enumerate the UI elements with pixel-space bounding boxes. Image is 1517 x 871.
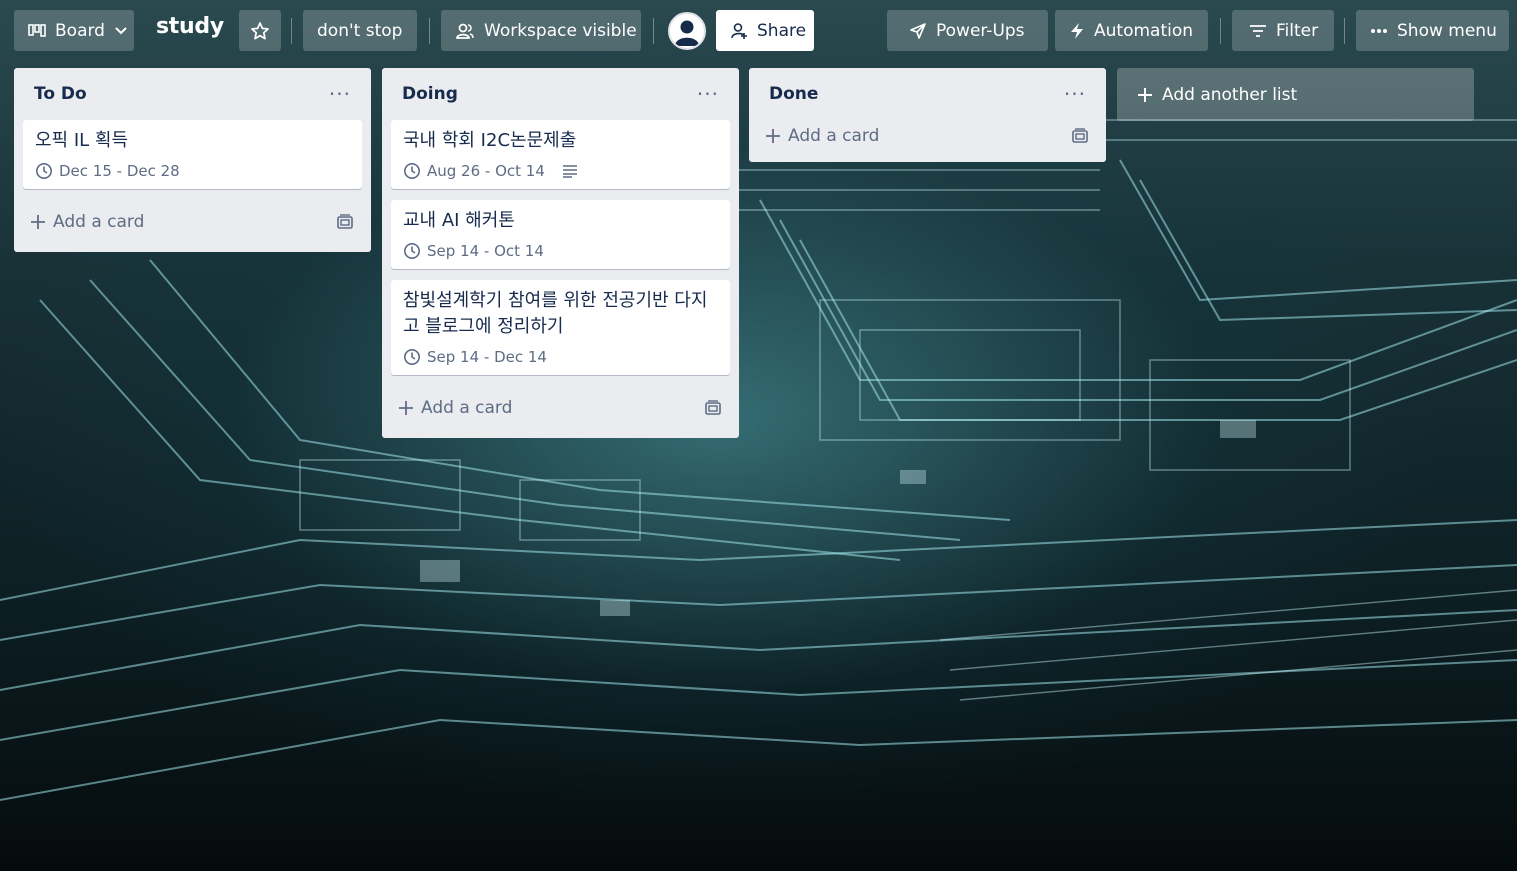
add-card-button[interactable]: Add a card: [758, 114, 1097, 158]
more-icon: [1371, 28, 1387, 33]
filter-label: Filter: [1276, 20, 1319, 41]
due-date-badge[interactable]: Aug 26 - Oct 14: [403, 162, 545, 180]
view-switcher-button[interactable]: Board: [14, 10, 134, 51]
card[interactable]: 교내 AI 해커톤 Sep 14 - Oct 14: [391, 200, 730, 269]
header-divider: [291, 18, 292, 44]
plus-icon: [399, 401, 413, 415]
add-list-button[interactable]: Add another list: [1117, 68, 1474, 121]
add-card-label: Add a card: [53, 212, 145, 232]
automation-button[interactable]: Automation: [1055, 10, 1208, 51]
automation-label: Automation: [1094, 20, 1194, 41]
member-avatar[interactable]: [668, 12, 706, 50]
list-header: Doing ···: [391, 68, 730, 120]
card[interactable]: 오픽 IL 획득 Dec 15 - Dec 28: [23, 120, 362, 189]
workspace-button[interactable]: don't stop: [303, 10, 417, 51]
board-icon: [28, 23, 46, 37]
description-icon: [562, 165, 577, 178]
star-button[interactable]: [239, 10, 281, 51]
due-date-badge[interactable]: Dec 15 - Dec 28: [35, 162, 180, 180]
list-doing: Doing ··· 국내 학회 I2C논문제출 Aug 26 - Oct 14 …: [382, 68, 739, 438]
add-card-button[interactable]: Add a card: [23, 200, 362, 244]
list-title[interactable]: Done: [769, 84, 818, 104]
user-avatar-icon: [675, 20, 699, 46]
rocket-icon: [910, 22, 926, 39]
card-title: 오픽 IL 획득: [35, 130, 129, 151]
card[interactable]: 국내 학회 I2C논문제출 Aug 26 - Oct 14: [391, 120, 730, 189]
card-title: 교내 AI 해커톤: [403, 210, 515, 231]
board-header: Board study don't stop Workspace visible: [0, 0, 1517, 62]
powerups-button[interactable]: Power-Ups: [887, 10, 1048, 51]
header-divider: [1344, 18, 1345, 44]
clock-icon: [404, 243, 420, 259]
list-done: Done ··· Add a card: [749, 68, 1106, 162]
list-header: To Do ···: [23, 68, 362, 120]
add-list-label: Add another list: [1162, 84, 1298, 105]
card[interactable]: 참빛설계학기 참여를 위한 전공기반 다지고 블로그에 정리하기 Sep 14 …: [391, 280, 730, 375]
filter-button[interactable]: Filter: [1232, 10, 1334, 51]
list-menu-button[interactable]: ···: [697, 84, 719, 104]
visibility-label: Workspace visible: [484, 20, 637, 41]
add-card-label: Add a card: [788, 126, 880, 146]
plus-icon: [31, 215, 45, 229]
card-title: 참빛설계학기 참여를 위한 전공기반 다지고 블로그에 정리하기: [403, 290, 708, 337]
card-badges: Dec 15 - Dec 28: [35, 162, 350, 180]
plus-icon: [1138, 87, 1152, 102]
visibility-button[interactable]: Workspace visible: [441, 10, 641, 51]
list-menu-button[interactable]: ···: [1064, 84, 1086, 104]
plus-icon: [766, 129, 780, 143]
board-title[interactable]: study: [156, 14, 224, 39]
due-date-text: Dec 15 - Dec 28: [59, 162, 180, 180]
share-label: Share: [757, 20, 807, 41]
people-icon: [456, 23, 474, 39]
clock-icon: [36, 163, 52, 179]
show-menu-button[interactable]: Show menu: [1356, 10, 1509, 51]
due-date-text: Aug 26 - Oct 14: [427, 162, 545, 180]
list-to-do: To Do ··· 오픽 IL 획득 Dec 15 - Dec 28 Add a…: [14, 68, 371, 252]
due-date-badge[interactable]: Sep 14 - Dec 14: [403, 348, 547, 366]
add-person-icon: [731, 22, 747, 39]
list-header: Done ···: [758, 68, 1097, 120]
due-date-badge[interactable]: Sep 14 - Oct 14: [403, 242, 544, 260]
chevron-down-icon: [115, 26, 127, 34]
card-badges: Sep 14 - Dec 14: [403, 348, 718, 366]
list-title[interactable]: To Do: [34, 84, 87, 104]
card-badges: Aug 26 - Oct 14: [403, 162, 718, 180]
card-badges: Sep 14 - Oct 14: [403, 242, 718, 260]
view-switcher-label: Board: [55, 20, 105, 41]
add-card-button[interactable]: Add a card: [391, 386, 730, 430]
header-divider: [1220, 18, 1221, 44]
filter-icon: [1250, 24, 1266, 37]
list-title[interactable]: Doing: [402, 84, 458, 104]
lightning-icon: [1071, 22, 1083, 39]
header-divider: [429, 18, 430, 44]
add-card-label: Add a card: [421, 398, 513, 418]
share-button[interactable]: Share: [716, 10, 814, 51]
card-template-icon[interactable]: [1071, 128, 1089, 144]
card-template-icon[interactable]: [336, 214, 354, 230]
clock-icon: [404, 349, 420, 365]
powerups-label: Power-Ups: [936, 20, 1025, 41]
card-title: 국내 학회 I2C논문제출: [403, 130, 577, 151]
card-template-icon[interactable]: [704, 400, 722, 416]
clock-icon: [404, 163, 420, 179]
header-divider: [653, 18, 654, 44]
due-date-text: Sep 14 - Oct 14: [427, 242, 544, 260]
list-menu-button[interactable]: ···: [329, 84, 351, 104]
star-icon: [251, 21, 269, 39]
show-menu-label: Show menu: [1397, 20, 1497, 41]
due-date-text: Sep 14 - Dec 14: [427, 348, 547, 366]
